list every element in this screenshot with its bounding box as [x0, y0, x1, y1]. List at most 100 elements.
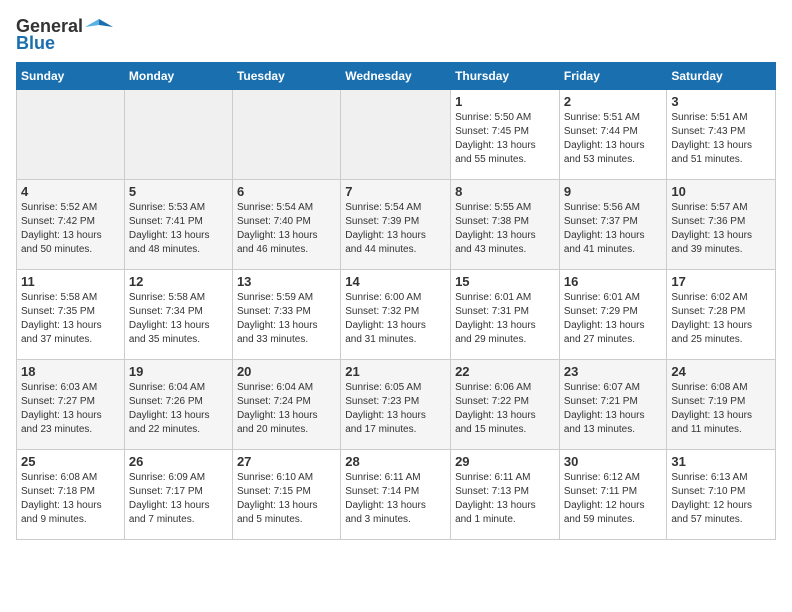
day-info: Sunrise: 5:51 AM Sunset: 7:44 PM Dayligh…	[564, 111, 663, 167]
table-cell: 21Sunrise: 6:05 AM Sunset: 7:23 PM Dayli…	[341, 360, 451, 450]
table-cell: 3Sunrise: 5:51 AM Sunset: 7:43 PM Daylig…	[667, 90, 776, 180]
day-number: 30	[564, 454, 663, 469]
calendar-table: SundayMondayTuesdayWednesdayThursdayFrid…	[16, 62, 776, 540]
table-cell: 22 Sunrise: 6:06 AM Sunset: 7:22 PM Dayli…	[451, 360, 560, 450]
day-number: 8	[455, 184, 555, 199]
table-cell: 23Sunrise: 6:07 AM Sunset: 7:21 PM Dayli…	[559, 360, 667, 450]
day-number: 18	[21, 364, 120, 379]
weekday-header-sunday: Sunday	[17, 63, 125, 90]
day-number: 20	[237, 364, 336, 379]
table-cell: 19 Sunrise: 6:04 AM Sunset: 7:26 PM Dayli…	[124, 360, 232, 450]
day-info: Sunrise: 6:06 AM Sunset: 7:22 PM Dayligh…	[455, 381, 555, 437]
table-cell: 12 Sunrise: 5:58 AM Sunset: 7:34 PM Dayli…	[124, 270, 232, 360]
table-cell: 2Sunrise: 5:51 AM Sunset: 7:44 PM Daylig…	[559, 90, 667, 180]
weekday-header-row: SundayMondayTuesdayWednesdayThursdayFrid…	[17, 63, 776, 90]
table-cell: 27 Sunrise: 6:10 AM Sunset: 7:15 PM Dayli…	[232, 450, 340, 540]
table-cell: 13 Sunrise: 5:59 AM Sunset: 7:33 PM Dayli…	[232, 270, 340, 360]
day-number: 17	[671, 274, 771, 289]
table-cell: 4 Sunrise: 5:52 AM Sunset: 7:42 PM Daylig…	[17, 180, 125, 270]
day-info: Sunrise: 6:08 AM Sunset: 7:19 PM Dayligh…	[671, 381, 771, 437]
day-number: 13	[237, 274, 336, 289]
day-info: Sunrise: 5:58 AM Sunset: 7:35 PM Dayligh…	[21, 291, 120, 347]
week-row-2: 4 Sunrise: 5:52 AM Sunset: 7:42 PM Daylig…	[17, 180, 776, 270]
table-cell: 15 Sunrise: 6:01 AM Sunset: 7:31 PM Dayli…	[451, 270, 560, 360]
table-cell: 10Sunrise: 5:57 AM Sunset: 7:36 PM Dayli…	[667, 180, 776, 270]
table-cell: 11 Sunrise: 5:58 AM Sunset: 7:35 PM Dayli…	[17, 270, 125, 360]
table-cell: 14 Sunrise: 6:00 AM Sunset: 7:32 PM Dayli…	[341, 270, 451, 360]
logo: General Blue	[16, 16, 113, 54]
day-number: 22	[455, 364, 555, 379]
table-cell	[341, 90, 451, 180]
day-info: Sunrise: 5:55 AM Sunset: 7:38 PM Dayligh…	[455, 201, 555, 257]
day-info: Sunrise: 6:02 AM Sunset: 7:28 PM Dayligh…	[671, 291, 771, 347]
table-cell: 25 Sunrise: 6:08 AM Sunset: 7:18 PM Dayli…	[17, 450, 125, 540]
day-number: 3	[671, 94, 771, 109]
day-number: 29	[455, 454, 555, 469]
weekday-header-monday: Monday	[124, 63, 232, 90]
day-info: Sunrise: 5:52 AM Sunset: 7:42 PM Dayligh…	[21, 201, 120, 257]
table-cell	[124, 90, 232, 180]
day-number: 7	[345, 184, 446, 199]
day-info: Sunrise: 6:01 AM Sunset: 7:31 PM Dayligh…	[455, 291, 555, 347]
table-cell: 9 Sunrise: 5:56 AM Sunset: 7:37 PM Daylig…	[559, 180, 667, 270]
day-number: 11	[21, 274, 120, 289]
weekday-header-thursday: Thursday	[451, 63, 560, 90]
day-number: 15	[455, 274, 555, 289]
day-info: Sunrise: 6:00 AM Sunset: 7:32 PM Dayligh…	[345, 291, 446, 347]
day-info: Sunrise: 5:54 AM Sunset: 7:39 PM Dayligh…	[345, 201, 446, 257]
day-number: 25	[21, 454, 120, 469]
day-number: 12	[129, 274, 228, 289]
day-number: 26	[129, 454, 228, 469]
table-cell: 6 Sunrise: 5:54 AM Sunset: 7:40 PM Daylig…	[232, 180, 340, 270]
day-number: 27	[237, 454, 336, 469]
week-row-1: 1Sunrise: 5:50 AM Sunset: 7:45 PM Daylig…	[17, 90, 776, 180]
day-info: Sunrise: 6:11 AM Sunset: 7:14 PM Dayligh…	[345, 471, 446, 527]
day-info: Sunrise: 6:05 AM Sunset: 7:23 PM Dayligh…	[345, 381, 446, 437]
day-number: 24	[671, 364, 771, 379]
day-number: 4	[21, 184, 120, 199]
day-info: Sunrise: 6:07 AM Sunset: 7:21 PM Dayligh…	[564, 381, 663, 437]
day-info: Sunrise: 6:12 AM Sunset: 7:11 PM Dayligh…	[564, 471, 663, 527]
weekday-header-saturday: Saturday	[667, 63, 776, 90]
day-info: Sunrise: 6:13 AM Sunset: 7:10 PM Dayligh…	[671, 471, 771, 527]
day-info: Sunrise: 6:01 AM Sunset: 7:29 PM Dayligh…	[564, 291, 663, 347]
day-info: Sunrise: 6:04 AM Sunset: 7:24 PM Dayligh…	[237, 381, 336, 437]
weekday-header-wednesday: Wednesday	[341, 63, 451, 90]
table-cell	[232, 90, 340, 180]
day-number: 28	[345, 454, 446, 469]
day-info: Sunrise: 5:57 AM Sunset: 7:36 PM Dayligh…	[671, 201, 771, 257]
day-number: 9	[564, 184, 663, 199]
day-number: 16	[564, 274, 663, 289]
day-info: Sunrise: 5:59 AM Sunset: 7:33 PM Dayligh…	[237, 291, 336, 347]
table-cell: 18 Sunrise: 6:03 AM Sunset: 7:27 PM Dayli…	[17, 360, 125, 450]
day-info: Sunrise: 5:58 AM Sunset: 7:34 PM Dayligh…	[129, 291, 228, 347]
table-cell: 31 Sunrise: 6:13 AM Sunset: 7:10 PM Dayli…	[667, 450, 776, 540]
day-info: Sunrise: 6:09 AM Sunset: 7:17 PM Dayligh…	[129, 471, 228, 527]
week-row-4: 18 Sunrise: 6:03 AM Sunset: 7:27 PM Dayli…	[17, 360, 776, 450]
day-number: 6	[237, 184, 336, 199]
table-cell: 30 Sunrise: 6:12 AM Sunset: 7:11 PM Dayli…	[559, 450, 667, 540]
logo-bird-icon	[85, 17, 113, 37]
table-cell	[17, 90, 125, 180]
table-cell: 24 Sunrise: 6:08 AM Sunset: 7:19 PM Dayli…	[667, 360, 776, 450]
day-number: 19	[129, 364, 228, 379]
day-info: Sunrise: 5:54 AM Sunset: 7:40 PM Dayligh…	[237, 201, 336, 257]
day-info: Sunrise: 6:08 AM Sunset: 7:18 PM Dayligh…	[21, 471, 120, 527]
table-cell: 16 Sunrise: 6:01 AM Sunset: 7:29 PM Dayli…	[559, 270, 667, 360]
day-info: Sunrise: 6:04 AM Sunset: 7:26 PM Dayligh…	[129, 381, 228, 437]
table-cell: 1Sunrise: 5:50 AM Sunset: 7:45 PM Daylig…	[451, 90, 560, 180]
day-info: Sunrise: 5:56 AM Sunset: 7:37 PM Dayligh…	[564, 201, 663, 257]
day-info: Sunrise: 6:03 AM Sunset: 7:27 PM Dayligh…	[21, 381, 120, 437]
week-row-5: 25 Sunrise: 6:08 AM Sunset: 7:18 PM Dayli…	[17, 450, 776, 540]
day-info: Sunrise: 5:53 AM Sunset: 7:41 PM Dayligh…	[129, 201, 228, 257]
day-number: 1	[455, 94, 555, 109]
table-cell: 28 Sunrise: 6:11 AM Sunset: 7:14 PM Dayli…	[341, 450, 451, 540]
table-cell: 26 Sunrise: 6:09 AM Sunset: 7:17 PM Dayli…	[124, 450, 232, 540]
table-cell: 20 Sunrise: 6:04 AM Sunset: 7:24 PM Dayli…	[232, 360, 340, 450]
day-number: 31	[671, 454, 771, 469]
table-cell: 8 Sunrise: 5:55 AM Sunset: 7:38 PM Daylig…	[451, 180, 560, 270]
table-cell: 29Sunrise: 6:11 AM Sunset: 7:13 PM Dayli…	[451, 450, 560, 540]
table-cell: 5Sunrise: 5:53 AM Sunset: 7:41 PM Daylig…	[124, 180, 232, 270]
day-number: 14	[345, 274, 446, 289]
day-info: Sunrise: 6:10 AM Sunset: 7:15 PM Dayligh…	[237, 471, 336, 527]
